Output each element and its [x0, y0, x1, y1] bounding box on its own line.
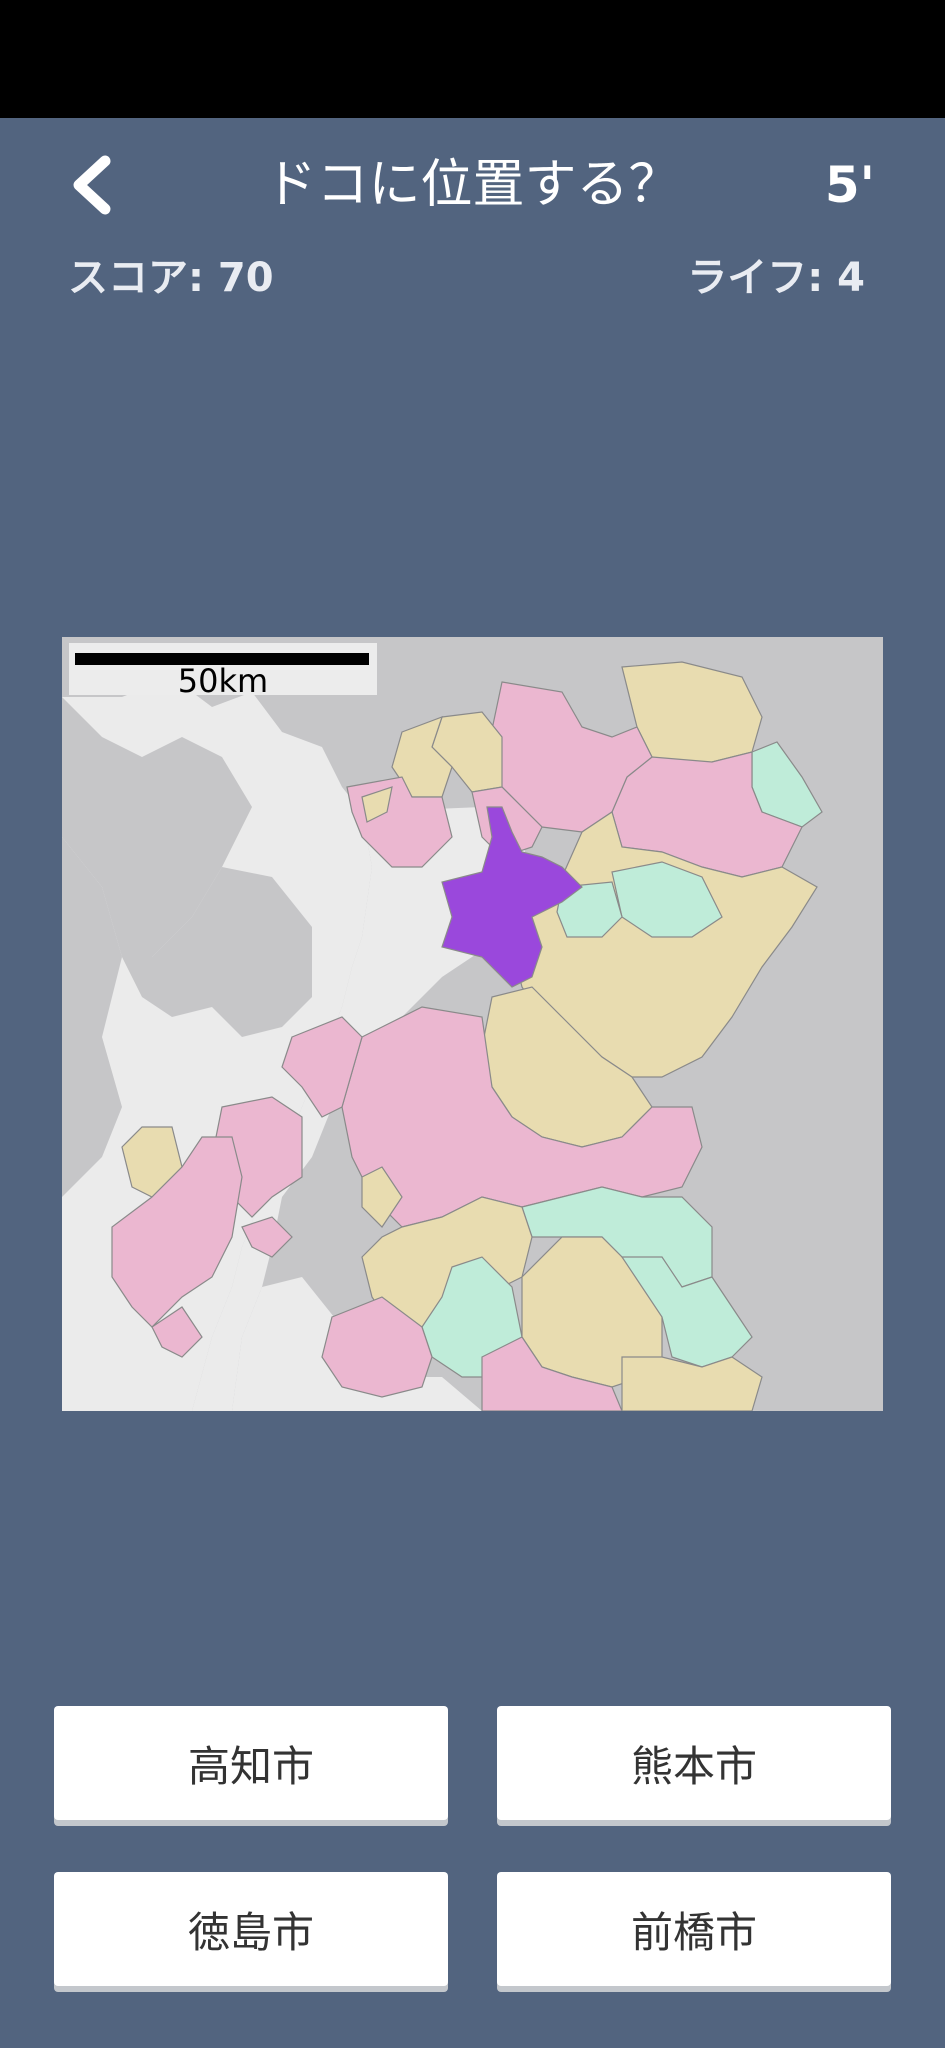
back-button[interactable] [62, 150, 122, 220]
map-image: 50km [62, 637, 883, 1411]
answer-button-2[interactable]: 熊本市 [497, 1706, 891, 1820]
life-label: ライフ: 4 [687, 255, 865, 301]
scale-label: 50km [177, 662, 269, 700]
prefecture-map [62, 637, 883, 1411]
timer: 5' [824, 156, 875, 214]
answer-button-3[interactable]: 徳島市 [54, 1872, 448, 1986]
chevron-left-icon [73, 155, 111, 215]
answer-button-1[interactable]: 高知市 [54, 1706, 448, 1820]
map-scale: 50km [69, 643, 377, 699]
answer-button-4[interactable]: 前橋市 [497, 1872, 891, 1986]
page-title: ドコに位置する？ [264, 155, 681, 215]
status-bar [0, 0, 945, 118]
score-label: スコア: 70 [68, 255, 274, 301]
